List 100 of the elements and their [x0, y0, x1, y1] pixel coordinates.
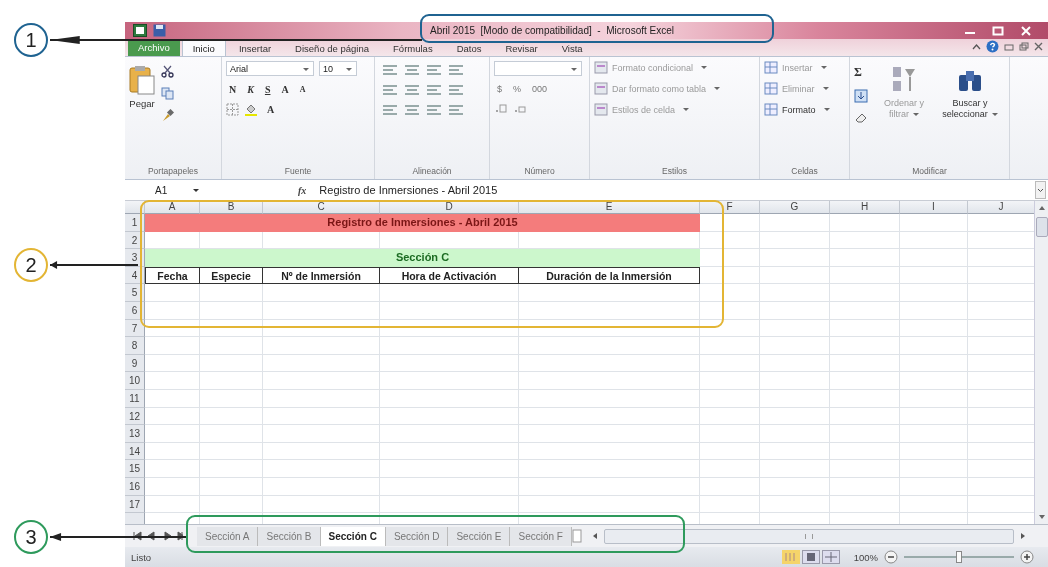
row-header[interactable]: 15 — [125, 460, 145, 478]
table-cell[interactable] — [900, 249, 968, 267]
table-cell[interactable] — [263, 372, 380, 390]
table-cell[interactable] — [200, 407, 263, 426]
copy-icon[interactable] — [161, 87, 176, 100]
table-cell[interactable] — [900, 266, 968, 285]
table-cell[interactable] — [760, 407, 830, 426]
table-cell[interactable] — [145, 284, 200, 302]
table-cell[interactable] — [830, 460, 900, 478]
table-cell[interactable] — [700, 372, 760, 390]
table-cell[interactable] — [145, 301, 200, 320]
column-header[interactable]: F — [700, 201, 760, 214]
table-cell[interactable] — [263, 301, 380, 320]
table-cell[interactable] — [760, 337, 830, 355]
table-cell[interactable] — [145, 495, 200, 514]
spreadsheet-icon[interactable] — [133, 24, 147, 37]
table-cell[interactable] — [830, 301, 900, 320]
ribbon-tab[interactable]: Revisar — [494, 40, 549, 56]
font-color-button[interactable]: A — [264, 104, 278, 115]
table-cell[interactable] — [700, 407, 760, 426]
row-header[interactable]: 1 — [125, 214, 145, 232]
table-cell[interactable] — [760, 319, 830, 338]
table-cell[interactable] — [900, 460, 968, 478]
table-cell[interactable] — [700, 266, 760, 285]
table-cell[interactable] — [200, 477, 263, 496]
ribbon-tab[interactable]: Diseño de página — [284, 40, 381, 56]
expand-icon[interactable] — [1035, 181, 1046, 199]
fill-color-icon[interactable] — [244, 103, 259, 116]
table-cell[interactable] — [519, 372, 700, 390]
sheet-tab[interactable]: Sección E — [448, 526, 511, 546]
table-cell[interactable] — [760, 301, 830, 320]
sheet-tab[interactable]: Sección D — [385, 526, 449, 546]
table-cell[interactable] — [900, 214, 968, 232]
table-cell[interactable] — [830, 249, 900, 267]
table-cell[interactable] — [700, 319, 760, 338]
table-cell[interactable] — [145, 407, 200, 426]
font-size-button[interactable]: A — [296, 85, 309, 94]
table-cell[interactable] — [700, 354, 760, 373]
column-header[interactable]: H — [830, 201, 900, 214]
table-cell[interactable] — [519, 389, 700, 408]
table-cell[interactable] — [200, 372, 263, 390]
table-cell[interactable] — [263, 337, 380, 355]
table-cell[interactable] — [700, 301, 760, 320]
row-header[interactable]: 5 — [125, 284, 145, 302]
zoom-slider-thumb[interactable] — [956, 551, 962, 563]
format-button[interactable]: K — [244, 84, 257, 95]
table-cell[interactable] — [700, 460, 760, 478]
table-cell[interactable] — [760, 389, 830, 408]
table-cell[interactable] — [200, 389, 263, 408]
table-cell[interactable] — [760, 284, 830, 302]
font-size-button[interactable]: A — [278, 84, 292, 95]
ribbon-tab[interactable]: Fórmulas — [382, 40, 444, 56]
table-cell[interactable] — [200, 354, 263, 373]
table-cell[interactable] — [380, 495, 519, 514]
close-icon[interactable] — [1034, 42, 1043, 51]
sheet-tab[interactable]: Sección F — [510, 526, 572, 546]
format-button[interactable]: N — [226, 84, 240, 95]
table-cell[interactable] — [700, 214, 760, 232]
formula-field[interactable]: Registro de Inmersiones - Abril 2015 — [319, 184, 1035, 196]
table-cell[interactable] — [380, 337, 519, 355]
ribbon-tab[interactable]: Insertar — [227, 40, 283, 56]
table-cell[interactable] — [830, 477, 900, 496]
table-cell[interactable] — [900, 389, 968, 408]
table-cell[interactable] — [830, 214, 900, 232]
table-cell[interactable] — [519, 337, 700, 355]
table-cell[interactable] — [760, 266, 830, 285]
paste-button[interactable]: Pegar — [129, 98, 155, 109]
table-cell[interactable] — [900, 319, 968, 338]
row-header[interactable]: 10 — [125, 372, 145, 390]
vertical-scrollbar[interactable] — [1034, 201, 1048, 524]
minimize-icon[interactable] — [1004, 42, 1014, 51]
font-size-field[interactable]: 10 — [319, 61, 357, 76]
table-cell[interactable] — [519, 354, 700, 373]
restore-icon[interactable] — [1019, 42, 1029, 51]
table-cell[interactable] — [380, 460, 519, 478]
table-cell[interactable] — [900, 337, 968, 355]
insert-function-button[interactable]: fx — [295, 184, 310, 196]
page-break-icon[interactable] — [821, 550, 840, 564]
table-cell[interactable] — [200, 442, 263, 461]
number-format-button[interactable]: 000 — [529, 84, 551, 94]
table-cell[interactable] — [700, 495, 760, 514]
table-cell[interactable] — [145, 337, 200, 355]
table-cell[interactable] — [263, 389, 380, 408]
table-cell[interactable] — [830, 425, 900, 443]
table-cell[interactable] — [900, 231, 968, 250]
find-select-button[interactable]: Buscar y seleccionar — [940, 61, 1000, 120]
table-cell[interactable] — [830, 372, 900, 390]
column-header[interactable]: G — [760, 201, 830, 214]
table-cell[interactable] — [760, 425, 830, 443]
zoom-in-icon[interactable] — [1020, 550, 1034, 564]
table-cell[interactable] — [830, 319, 900, 338]
sheet-tab[interactable]: Sección A — [197, 526, 259, 546]
table-cell[interactable] — [830, 354, 900, 373]
table-cell[interactable] — [380, 442, 519, 461]
table-cell[interactable] — [145, 425, 200, 443]
table-cell[interactable] — [263, 460, 380, 478]
table-cell[interactable] — [760, 460, 830, 478]
fill-down-icon[interactable] — [854, 89, 868, 103]
table-cell[interactable] — [200, 495, 263, 514]
number-format-button[interactable]: $ — [494, 84, 505, 94]
